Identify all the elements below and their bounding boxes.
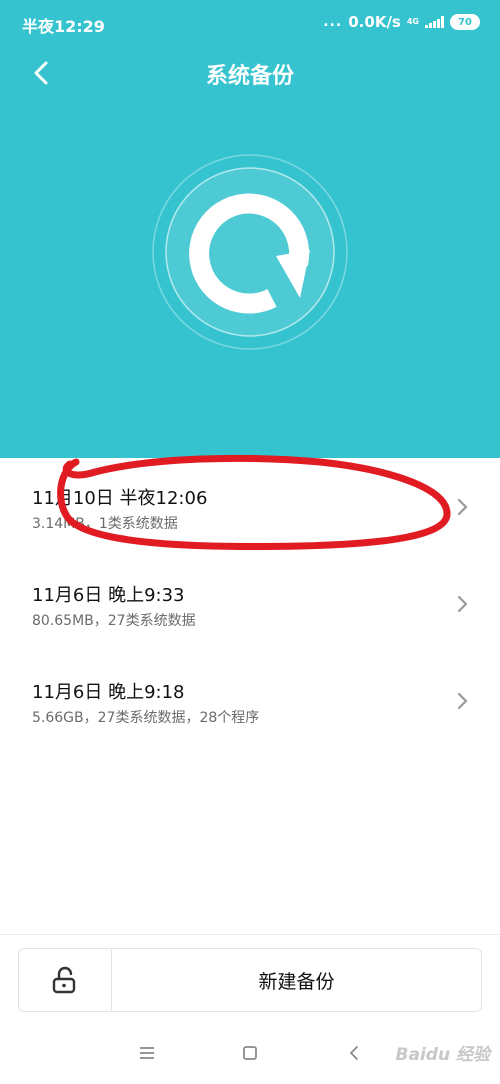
- status-indicators: ... 0.0K/s 4G 70: [323, 12, 480, 32]
- page-title: 系统备份: [205, 64, 294, 89]
- network-speed: 0.0K/s: [348, 13, 401, 31]
- chevron-right-icon: [457, 498, 468, 516]
- backup-list: 11月10日 半夜12:06 3.14MB，1类系统数据 11月6日 晚上9:3…: [0, 458, 500, 749]
- nav-back-icon[interactable]: [348, 1045, 360, 1061]
- divider: [0, 934, 500, 935]
- backup-list-item[interactable]: 11月6日 晚上9:33 80.65MB，27类系统数据: [0, 555, 500, 652]
- backup-sync-icon: [152, 154, 348, 350]
- status-bar: 半夜12:29 ... 0.0K/s 4G 70: [0, 0, 500, 44]
- network-type-label: 4G: [406, 17, 419, 26]
- backup-date: 11月10日 半夜12:06: [32, 488, 208, 509]
- backup-details: 3.14MB，1类系统数据: [32, 516, 178, 532]
- status-dots: ...: [323, 14, 343, 30]
- backup-date: 11月6日 晚上9:33: [32, 585, 185, 606]
- system-backup-screen: 半夜12:29 ... 0.0K/s 4G 70 系统备份 11月10日 半夜1…: [0, 0, 500, 1084]
- menu-icon[interactable]: [139, 1046, 155, 1060]
- backup-date: 11月6日 晚上9:18: [32, 682, 185, 703]
- lock-button[interactable]: [19, 949, 112, 1011]
- backup-list-item[interactable]: 11月6日 晚上9:18 5.66GB，27类系统数据，28个程序: [0, 652, 500, 749]
- chevron-right-icon: [457, 692, 468, 710]
- status-time: 半夜12:29: [22, 17, 105, 36]
- home-icon[interactable]: [242, 1045, 258, 1061]
- new-backup-button[interactable]: 新建备份: [112, 949, 481, 1011]
- chevron-right-icon: [457, 595, 468, 613]
- header-banner: 半夜12:29 ... 0.0K/s 4G 70 系统备份: [0, 0, 500, 458]
- action-bar: 新建备份: [18, 948, 482, 1012]
- backup-details: 5.66GB，27类系统数据，28个程序: [32, 710, 260, 726]
- unlock-icon: [52, 966, 76, 994]
- backup-list-item[interactable]: 11月10日 半夜12:06 3.14MB，1类系统数据: [0, 458, 500, 555]
- signal-icon: [425, 16, 444, 28]
- watermark: Baidu 经验: [395, 1045, 490, 1065]
- backup-details: 80.65MB，27类系统数据: [32, 613, 196, 629]
- battery-icon: 70: [450, 14, 480, 30]
